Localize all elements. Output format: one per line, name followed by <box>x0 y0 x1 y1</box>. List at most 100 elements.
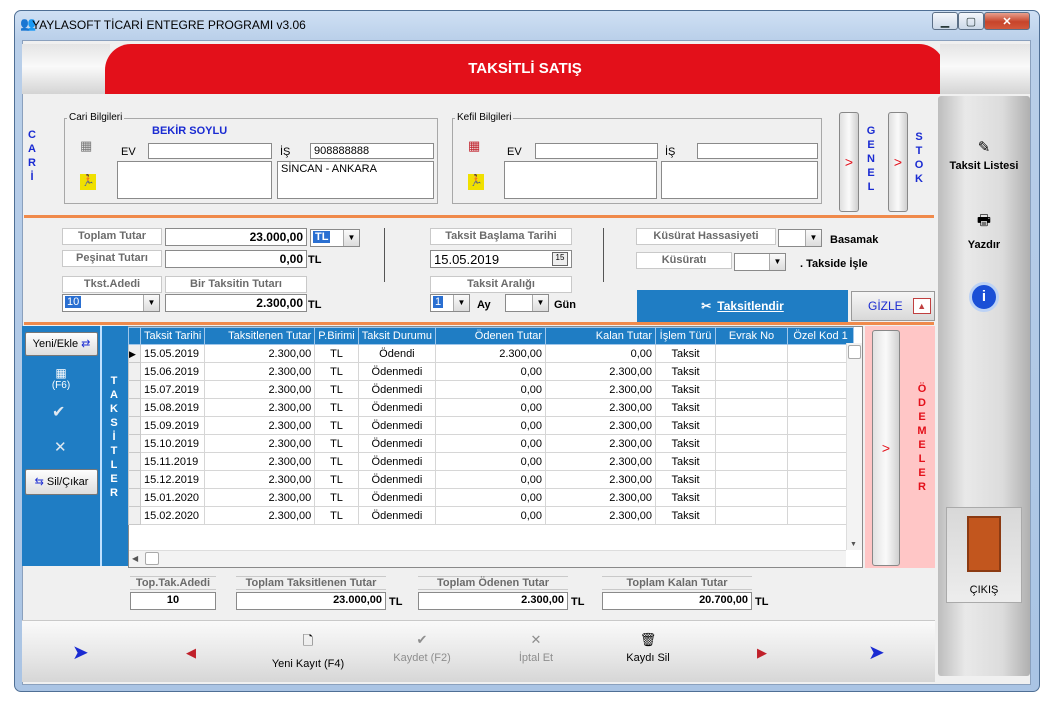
scroll-thumb[interactable] <box>848 345 861 359</box>
table-cell[interactable] <box>787 470 855 489</box>
table-cell[interactable]: 2.300,00 <box>204 380 316 399</box>
row-indicator[interactable] <box>128 470 141 489</box>
table-row[interactable]: 15.11.2019 2.300,00 TL Ödenmedi 0,00 2.300,00… <box>128 452 855 471</box>
column-header[interactable]: Ödenen Tutar <box>435 327 547 345</box>
run-person-icon[interactable]: 🏃 <box>80 174 96 190</box>
table-cell[interactable]: 2.300,00 <box>204 452 316 471</box>
first-record-icon[interactable]: ➤ <box>72 640 89 665</box>
calendar-icon[interactable]: 15 <box>552 252 568 266</box>
table-cell[interactable]: 2.300,00 <box>204 344 316 363</box>
table-cell[interactable]: 0,00 <box>435 434 547 453</box>
table-cell[interactable] <box>787 452 855 471</box>
table-cell[interactable]: 2.300,00 <box>204 470 316 489</box>
table-cell[interactable]: Taksit <box>655 488 717 507</box>
table-cell[interactable] <box>715 470 789 489</box>
table-cell[interactable] <box>715 452 789 471</box>
taksit-listesi-button[interactable]: ✎ Taksit Listesi <box>940 138 1028 172</box>
table-cell[interactable]: 0,00 <box>435 470 547 489</box>
column-header[interactable]: İşlem Türü <box>655 327 717 345</box>
table-cell[interactable]: 2.300,00 <box>204 488 316 507</box>
column-header[interactable]: Taksitlenen Tutar <box>204 327 316 345</box>
minimize-button[interactable]: ▁ <box>932 12 958 30</box>
yazdir-button[interactable]: 🖶 Yazdır <box>940 210 1028 251</box>
table-cell[interactable]: TL <box>314 434 359 453</box>
table-cell[interactable]: 2.300,00 <box>545 488 657 507</box>
table-cell[interactable]: 2.300,00 <box>204 416 316 435</box>
yeni-ekle-button[interactable]: Yeni/Ekle ⇄ <box>25 332 98 356</box>
table-row[interactable]: 15.02.2020 2.300,00 TL Ödenmedi 0,00 2.300,00… <box>128 506 855 525</box>
table-cell[interactable]: 2.300,00 <box>204 362 316 381</box>
table-cell[interactable] <box>715 380 789 399</box>
table-cell[interactable] <box>715 398 789 417</box>
scroll-left-icon[interactable]: ◀ <box>132 554 138 563</box>
table-row[interactable]: 15.07.2019 2.300,00 TL Ödenmedi 0,00 2.300,00… <box>128 380 855 399</box>
table-cell[interactable]: 15.01.2020 <box>139 488 206 507</box>
table-cell[interactable]: Ödenmedi <box>357 416 437 435</box>
scroll-down-icon[interactable]: ▼ <box>850 541 857 548</box>
table-cell[interactable]: 0,00 <box>435 362 547 381</box>
table-cell[interactable]: Taksit <box>655 452 717 471</box>
table-cell[interactable]: 2.300,00 <box>204 398 316 417</box>
table-cell[interactable]: Ödenmedi <box>357 506 437 525</box>
table-cell[interactable] <box>715 488 789 507</box>
table-cell[interactable]: TL <box>314 344 359 363</box>
bir-taksit-field[interactable]: 2.300,00 <box>165 294 307 312</box>
column-header[interactable]: Özel Kod 1 <box>787 327 855 345</box>
cari-address-field[interactable]: SİNCAN - ANKARA <box>277 161 434 199</box>
table-cell[interactable]: 2.300,00 <box>435 344 547 363</box>
table-cell[interactable]: 2.300,00 <box>545 452 657 471</box>
table-cell[interactable]: 2.300,00 <box>545 470 657 489</box>
table-cell[interactable]: Taksit <box>655 380 717 399</box>
kefil-address-field[interactable] <box>661 161 818 199</box>
sil-cikar-button[interactable]: ⇆ Sil/Çıkar <box>25 469 98 495</box>
row-indicator[interactable]: ▶ <box>128 344 141 363</box>
table-cell[interactable] <box>787 344 855 363</box>
table-cell[interactable] <box>715 416 789 435</box>
table-cell[interactable]: 15.10.2019 <box>139 434 206 453</box>
table-cell[interactable]: 0,00 <box>435 416 547 435</box>
info-icon[interactable]: i <box>969 282 999 312</box>
column-header[interactable]: Taksit Tarihi <box>139 327 206 345</box>
tkst-adedi-select[interactable]: 10 ▼ <box>62 294 160 312</box>
odemeler-expand-button[interactable]: > <box>872 330 900 566</box>
table-row[interactable]: 15.08.2019 2.300,00 TL Ödenmedi 0,00 2.300,00… <box>128 398 855 417</box>
column-header[interactable]: Kalan Tutar <box>545 327 657 345</box>
table-cell[interactable]: 2.300,00 <box>204 506 316 525</box>
table-cell[interactable] <box>715 362 789 381</box>
vertical-scrollbar[interactable]: ▼ <box>846 343 862 550</box>
genel-expand-button[interactable]: > <box>839 112 859 212</box>
next-record-icon[interactable]: ▶ <box>757 645 767 661</box>
pesinat-field[interactable]: 0,00 <box>165 250 307 268</box>
f6-button[interactable]: ▦ (F6) <box>48 366 74 391</box>
calculator-icon[interactable]: ▦ <box>80 138 92 154</box>
prev-record-icon[interactable]: ◀ <box>186 645 196 661</box>
table-cell[interactable] <box>787 380 855 399</box>
cancel-x-icon[interactable]: ✕ <box>54 438 67 456</box>
table-cell[interactable]: 2.300,00 <box>545 398 657 417</box>
table-cell[interactable] <box>715 344 789 363</box>
table-cell[interactable]: TL <box>314 452 359 471</box>
aralik-ay-select[interactable]: 1 ▼ <box>430 294 470 312</box>
table-cell[interactable]: Ödenmedi <box>357 452 437 471</box>
table-cell[interactable]: 15.07.2019 <box>139 380 206 399</box>
column-header[interactable]: Evrak No <box>715 327 789 345</box>
table-cell[interactable]: 15.09.2019 <box>139 416 206 435</box>
table-cell[interactable] <box>787 506 855 525</box>
cancel-button[interactable]: ✕ İptal Et <box>486 632 586 664</box>
table-cell[interactable]: 15.06.2019 <box>139 362 206 381</box>
film-icon[interactable]: ▦ <box>468 138 480 154</box>
currency-select[interactable]: TL ▼ <box>310 229 360 247</box>
cari-is-field[interactable]: 908888888 <box>310 143 434 159</box>
table-cell[interactable]: Ödenmedi <box>357 380 437 399</box>
gizle-button[interactable]: GİZLE ▲ <box>851 291 935 321</box>
baslama-field[interactable]: 15.05.2019 <box>430 250 572 268</box>
table-cell[interactable]: Ödenmedi <box>357 434 437 453</box>
kefil-notes-field[interactable] <box>504 161 657 199</box>
row-indicator[interactable] <box>128 398 141 417</box>
save-button[interactable]: ✔ Kaydet (F2) <box>372 632 472 664</box>
row-indicator[interactable] <box>128 362 141 381</box>
table-cell[interactable]: TL <box>314 380 359 399</box>
close-button[interactable]: ✕ <box>984 12 1030 30</box>
row-indicator[interactable] <box>128 380 141 399</box>
table-cell[interactable]: Taksit <box>655 344 717 363</box>
